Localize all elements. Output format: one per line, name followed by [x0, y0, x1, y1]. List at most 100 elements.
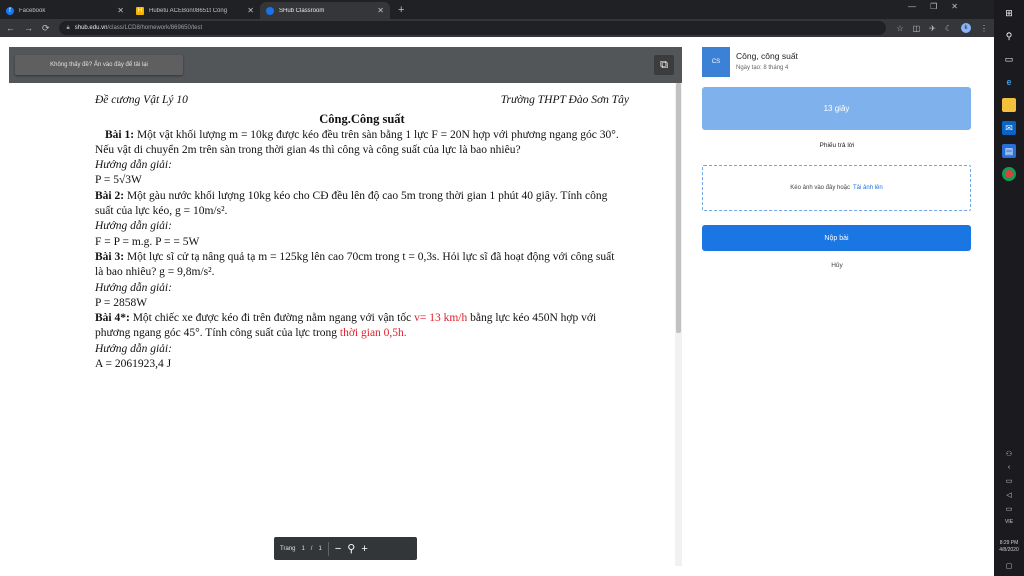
assignment-text: Công, công suất Ngày tạo: 8 tháng 4 [736, 47, 798, 71]
volume-icon[interactable]: ◁ [1006, 491, 1011, 499]
highlight-text: thời gian 0,5h. [339, 327, 407, 340]
new-tab-button[interactable]: + [398, 4, 404, 16]
problem-1: Bài 1: Một vật khối lượng m = 10kg được … [95, 128, 625, 159]
page-label: Trang [280, 545, 296, 552]
assignment-date: Ngày tạo: 8 tháng 4 [736, 65, 789, 71]
tab-shub[interactable]: SHub Classroom ✕ [260, 2, 390, 19]
divider [327, 541, 329, 556]
problem-label: Bài 1: [105, 128, 135, 141]
upload-link[interactable]: Tải ảnh lên [853, 185, 883, 191]
problem-text: Một vật khối lượng m = 10kg được kéo đều… [95, 128, 619, 156]
scrollbar-thumb[interactable] [676, 83, 681, 333]
screen: f Facebook ✕ H Hubetu ACEBon08651t Công … [0, 0, 1024, 576]
assignment-name: Công, công suất [736, 51, 798, 61]
open-external-icon[interactable]: ⧉ [654, 55, 674, 75]
hint-label: Hướng dẫn giải: [95, 281, 172, 294]
problem-label: Bài 4*: [95, 312, 130, 325]
bookmark-star-icon[interactable]: ☆ [896, 24, 903, 33]
tab-strip: f Facebook ✕ H Hubetu ACEBon08651t Công … [0, 0, 994, 19]
zoom-icon[interactable]: ⚲ [347, 542, 355, 555]
submit-button[interactable]: Nộp bài [702, 225, 971, 251]
task-view-icon[interactable]: ▭ [1002, 52, 1016, 66]
extension-icon-3[interactable]: ☾ [945, 24, 952, 33]
close-icon[interactable]: ✕ [117, 6, 124, 15]
answer-2: F = P = m.g. P = = 5W [95, 235, 200, 248]
doc-header: Đề cương Vật Lý 10 Trường THPT Đào Sơn T… [95, 93, 629, 108]
back-icon[interactable]: ← [6, 23, 15, 33]
close-icon[interactable]: ✕ [377, 6, 384, 15]
facebook-icon: f [6, 6, 14, 15]
tab-facebook[interactable]: f Facebook ✕ [0, 2, 130, 19]
problem-text: Một gàu nước khối lượng 10kg kéo cho CĐ … [95, 189, 608, 218]
page-total: 1 [318, 545, 322, 552]
tab-title: SHub Classroom [279, 7, 325, 14]
windows-start-icon[interactable]: ⊞ [1002, 6, 1016, 20]
shub-icon [266, 6, 274, 15]
close-icon[interactable]: ✕ [247, 6, 254, 15]
answer-4: A = 2061923,4 J [95, 358, 172, 371]
problem-3: Bài 3: Một lực sĩ cử tạ nâng quả tạ m = … [95, 250, 625, 281]
page-separator: / [310, 545, 313, 552]
extension-icon[interactable]: ◫ [913, 24, 921, 33]
people-icon[interactable]: ⚇ [1006, 450, 1012, 458]
file-explorer-icon[interactable] [1002, 98, 1016, 112]
problem-text: Một lực sĩ cử tạ nâng quả tạ m = 125kg l… [95, 250, 615, 279]
profile-avatar[interactable]: k [961, 23, 971, 33]
answer-3: P = 2858W [95, 296, 148, 309]
url-path: /class/LCD8/homework/869650/test [107, 25, 203, 31]
reload-document-button[interactable]: Không thấy đề? Ấn vào đây để tải lại [15, 55, 183, 75]
pdf-page: Đề cương Vật Lý 10 Trường THPT Đào Sơn T… [9, 83, 675, 566]
chrome-icon[interactable] [1002, 167, 1016, 181]
tab-title: Facebook [19, 7, 46, 14]
timer-display: 13 giây [702, 87, 971, 130]
assignment-avatar: CS [702, 47, 730, 77]
hint-label: Hướng dẫn giải: [95, 220, 172, 233]
page-current[interactable]: 1 [301, 546, 304, 552]
viewer-scrollbar[interactable] [675, 83, 682, 566]
tab-hoc247[interactable]: H Hubetu ACEBon08651t Công ✕ [130, 2, 260, 19]
chevron-up-icon[interactable]: ‹ [1008, 464, 1010, 471]
problem-4: Bài 4*: Một chiếc xe được kéo đi trên đư… [95, 311, 625, 342]
problem-label: Bài 3: [95, 250, 125, 263]
problem-label: Bài 2: [95, 189, 125, 202]
network-icon[interactable]: ▭ [1006, 477, 1013, 485]
battery-icon[interactable]: ▭ [1006, 505, 1013, 513]
menu-icon[interactable]: ⋮ [980, 24, 988, 33]
minimize-icon[interactable]: — [908, 2, 916, 11]
address-bar[interactable]: 🔒︎ shub.edu.vn /class/LCD8/homework/8696… [58, 21, 887, 35]
forward-icon[interactable]: → [24, 23, 33, 33]
doc-right-header: Trường THPT Đào Sơn Tây [500, 94, 629, 106]
mail-icon[interactable]: ✉ [1002, 121, 1016, 135]
language-indicator[interactable]: VIE [1005, 519, 1013, 526]
search-icon[interactable]: ⚲ [1002, 29, 1016, 43]
page-controls: Trang 1 / 1 − ⚲ + [274, 537, 417, 560]
problem-2: Bài 2: Một gàu nước khối lượng 10kg kéo … [95, 189, 625, 220]
answer-sheet-label: Phiếu trả lời [819, 142, 855, 149]
url-host: shub.edu.vn [74, 25, 108, 31]
hint-label: Hướng dẫn giải: [95, 342, 172, 355]
edge-icon[interactable]: e [1002, 75, 1016, 89]
page-content: Không thấy đề? Ấn vào đây để tải lại ⧉ Đ… [0, 37, 994, 576]
zoom-in-icon[interactable]: + [361, 543, 367, 555]
submission-panel: CS Công, công suất Ngày tạo: 8 tháng 4 1… [702, 47, 972, 566]
notification-icon[interactable]: ▢ [1006, 562, 1013, 570]
upload-dropzone[interactable]: Kéo ảnh vào đây hoặc Tải ảnh lên [702, 165, 971, 211]
toolbar-icons: ☆ ◫ ✈ ☾ k ⋮ [896, 23, 988, 33]
tab-title: Hubetu ACEBon08651t Công [149, 7, 228, 14]
hoc247-icon: H [136, 6, 144, 15]
clock-date[interactable]: 4/8/2020 [999, 547, 1018, 554]
highlight-text: v= 13 km/h [414, 312, 468, 325]
doc-left-header: Đề cương Vật Lý 10 [95, 94, 188, 106]
cancel-button[interactable]: Hủy [702, 262, 972, 269]
window-controls: — ❐ ✕ [908, 2, 958, 11]
problem-text: Một chiếc xe được kéo đi trên đường nằm … [129, 312, 415, 325]
clock-time[interactable]: 8:29 PM [1000, 540, 1019, 547]
zoom-out-icon[interactable]: − [335, 543, 341, 555]
restore-icon[interactable]: ❐ [930, 2, 937, 11]
assignment-info: CS Công, công suất Ngày tạo: 8 tháng 4 [702, 47, 972, 79]
lock-icon: 🔒︎ [66, 24, 70, 31]
close-window-icon[interactable]: ✕ [951, 2, 958, 11]
reload-icon[interactable]: ⟳ [42, 23, 50, 34]
extension-icon-2[interactable]: ✈ [929, 24, 936, 33]
store-icon[interactable]: ▤ [1002, 144, 1016, 158]
